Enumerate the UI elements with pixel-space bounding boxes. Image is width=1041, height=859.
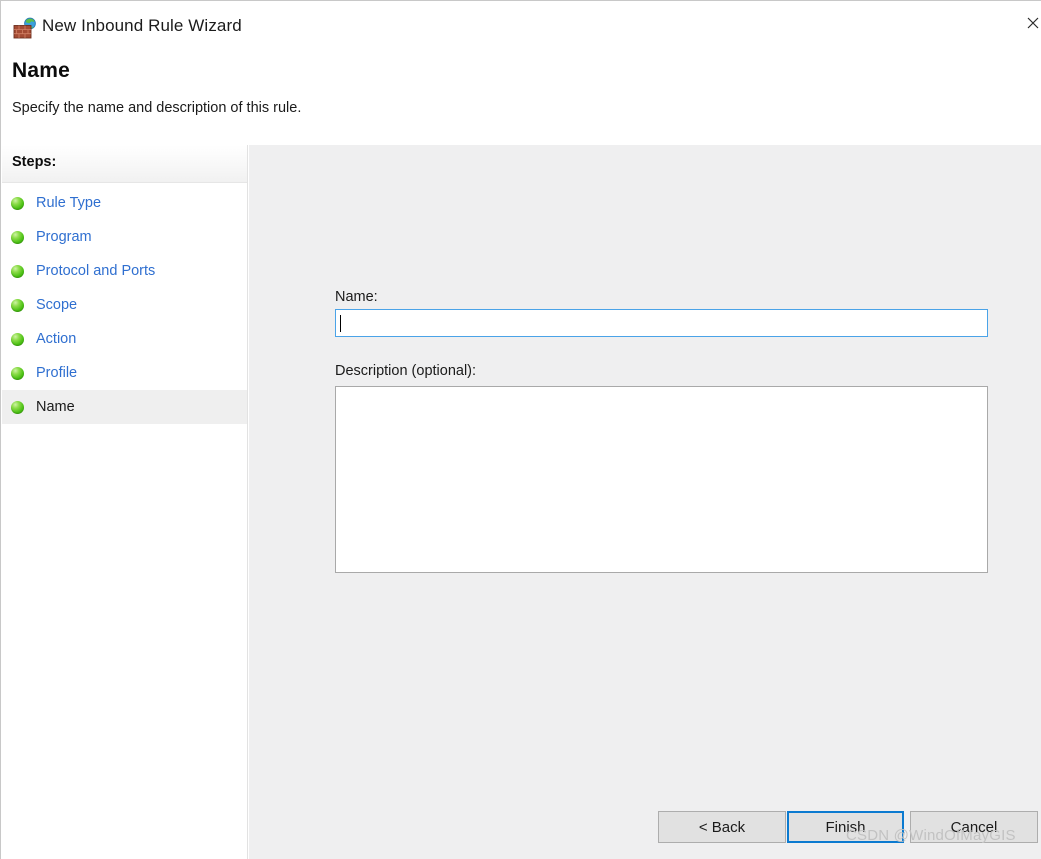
name-input[interactable] bbox=[336, 310, 987, 336]
sidebar-item-profile[interactable]: Profile bbox=[2, 356, 247, 390]
sidebar-item-label: Scope bbox=[36, 297, 78, 313]
steps-header-label: Steps: bbox=[12, 154, 57, 170]
step-bullet-icon bbox=[11, 264, 24, 278]
sidebar-item-label: Rule Type bbox=[36, 195, 102, 211]
steps-sidebar: Steps: Rule Type Program Protocol and Po… bbox=[2, 145, 248, 859]
description-field-label: Description (optional): bbox=[335, 363, 477, 379]
sidebar-item-scope[interactable]: Scope bbox=[2, 288, 247, 322]
page-header: Name Specify the name and description of… bbox=[1, 49, 1041, 145]
step-bullet-icon bbox=[11, 332, 24, 346]
page-subtitle: Specify the name and description of this… bbox=[12, 100, 302, 116]
text-caret bbox=[340, 315, 341, 332]
title-bar: New Inbound Rule Wizard bbox=[1, 1, 1041, 49]
name-field-label: Name: bbox=[335, 289, 378, 305]
sidebar-item-program[interactable]: Program bbox=[2, 220, 247, 254]
step-bullet-icon bbox=[11, 366, 24, 380]
sidebar-item-label: Profile bbox=[36, 365, 78, 381]
sidebar-item-label: Program bbox=[36, 229, 92, 245]
cancel-button[interactable]: Cancel bbox=[910, 811, 1038, 843]
window-title: New Inbound Rule Wizard bbox=[42, 16, 242, 35]
description-input[interactable] bbox=[335, 386, 988, 573]
firewall-brick-wall-globe-icon bbox=[13, 17, 37, 39]
main-panel: Name: Description (optional): < Back Fin… bbox=[249, 145, 1041, 859]
step-bullet-icon bbox=[11, 298, 24, 312]
sidebar-item-protocol-and-ports[interactable]: Protocol and Ports bbox=[2, 254, 247, 288]
step-bullet-icon bbox=[11, 400, 24, 414]
back-button[interactable]: < Back bbox=[658, 811, 786, 843]
step-bullet-icon bbox=[11, 196, 24, 210]
finish-button[interactable]: Finish bbox=[787, 811, 904, 843]
sidebar-item-name[interactable]: Name bbox=[2, 390, 247, 424]
sidebar-item-label: Protocol and Ports bbox=[36, 263, 156, 279]
page-title: Name bbox=[12, 59, 70, 82]
button-row: < Back Finish Cancel bbox=[249, 811, 1041, 859]
sidebar-item-rule-type[interactable]: Rule Type bbox=[2, 186, 247, 220]
steps-header: Steps: bbox=[2, 145, 247, 183]
wizard-window: New Inbound Rule Wizard Name Specify the… bbox=[0, 0, 1041, 859]
sidebar-item-action[interactable]: Action bbox=[2, 322, 247, 356]
step-bullet-icon bbox=[11, 230, 24, 244]
close-icon[interactable] bbox=[1010, 7, 1041, 39]
name-input-wrapper[interactable] bbox=[335, 309, 988, 337]
sidebar-item-label: Action bbox=[36, 331, 77, 347]
sidebar-item-label: Name bbox=[36, 399, 75, 415]
